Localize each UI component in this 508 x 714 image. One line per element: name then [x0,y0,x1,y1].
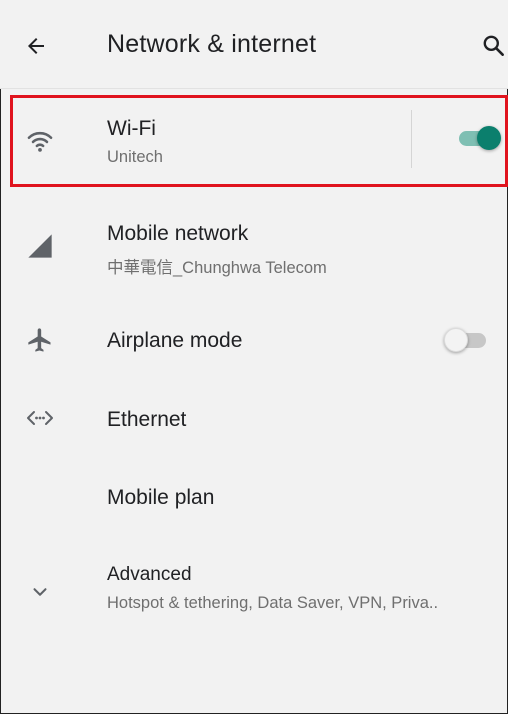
mobile-plan-title: Mobile plan [107,486,215,509]
mobile-network-row[interactable]: Mobile network 中華電信_Chunghwa Telecom [0,200,508,290]
advanced-row[interactable]: Advanced Hotspot & tethering, Data Saver… [0,550,508,640]
airplane-toggle-thumb [444,328,468,352]
search-button[interactable] [476,28,508,64]
ethernet-row[interactable]: Ethernet [0,380,508,458]
airplane-mode-row[interactable]: Airplane mode [0,300,508,380]
mobile-plan-row[interactable]: Mobile plan [0,458,508,540]
search-icon [483,35,504,56]
airplane-icon [18,318,62,362]
mobile-network-carrier: 中華電信_Chunghwa Telecom [107,259,327,277]
airplane-mode-title: Airplane mode [107,329,243,352]
arrow-back-icon [28,38,44,54]
back-button[interactable] [18,28,54,64]
cellular-signal-icon [18,224,62,268]
ethernet-title: Ethernet [107,408,187,431]
mobile-network-title: Mobile network [107,222,249,245]
app-bar: Network & internet [0,0,508,89]
ethernet-icon [18,396,62,440]
wifi-highlight-box [10,95,508,187]
advanced-title: Advanced [107,564,192,585]
airplane-mode-toggle[interactable] [444,325,490,355]
advanced-summary: Hotspot & tethering, Data Saver, VPN, Pr… [107,594,439,612]
chevron-down-icon [18,570,62,614]
page-title: Network & internet [107,30,317,58]
